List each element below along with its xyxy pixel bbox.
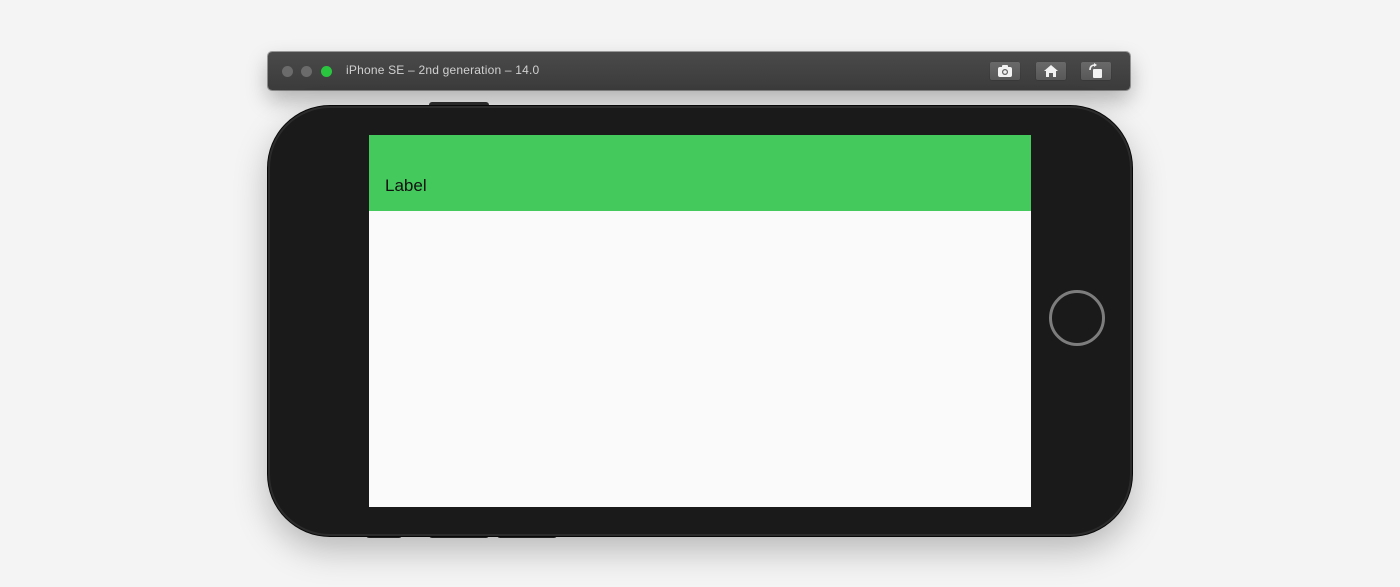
home-button-toolbar[interactable] [1035, 61, 1067, 81]
app-header-bar: Label [369, 135, 1031, 211]
close-window-button[interactable] [282, 66, 293, 77]
screenshot-button[interactable] [989, 61, 1021, 81]
window-title: iPhone SE – 2nd generation – 14.0 [346, 63, 540, 77]
rotate-button[interactable] [1080, 61, 1112, 81]
device-screen[interactable]: Label [369, 135, 1031, 507]
camera-icon [998, 65, 1012, 77]
minimize-window-button[interactable] [301, 66, 312, 77]
zoom-window-button[interactable] [321, 66, 332, 77]
iphone-device-frame: Label [268, 106, 1132, 536]
device-home-button[interactable] [1049, 290, 1105, 346]
home-icon [1044, 65, 1058, 77]
header-label: Label [385, 176, 427, 195]
simulator-titlebar: iPhone SE – 2nd generation – 14.0 [268, 52, 1130, 90]
rotate-icon [1089, 63, 1102, 78]
